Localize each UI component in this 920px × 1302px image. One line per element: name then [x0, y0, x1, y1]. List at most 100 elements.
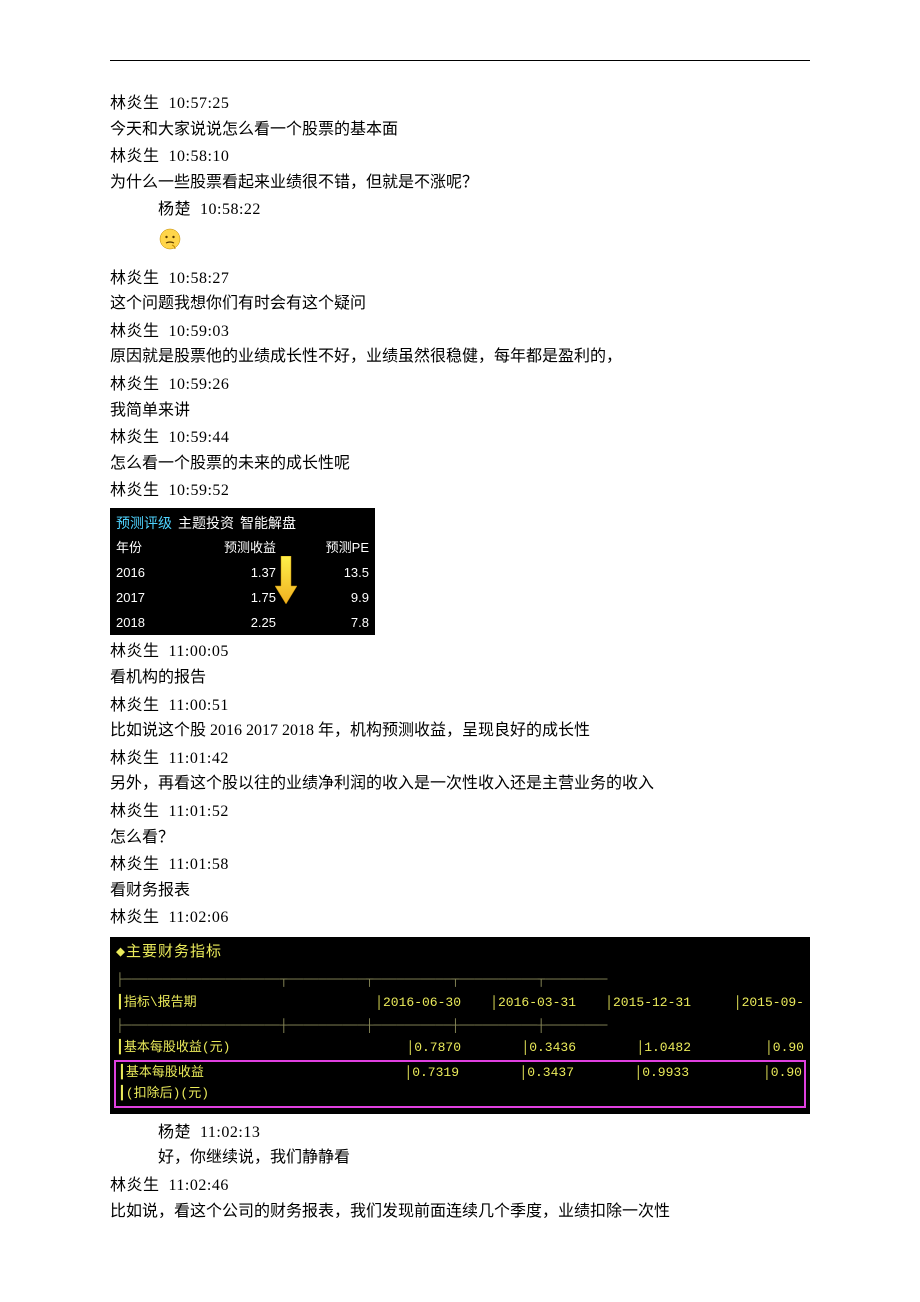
forecast-row: 20161.3713.5: [110, 561, 375, 586]
message-header: 林炎生 11:02:06: [110, 905, 810, 931]
message-time: 10:59:52: [169, 482, 230, 499]
message-text: 好，你继续说，我们静静看: [158, 1145, 810, 1171]
message-header: 林炎生 11:01:58: [110, 852, 810, 878]
message-header: 林炎生 10:58:10: [110, 144, 810, 170]
forecast-row: 20182.257.8: [110, 611, 375, 636]
message-text: 比如说这个股 2016 2017 2018 年，机构预测收益，呈现良好的成长性: [110, 718, 810, 744]
message-time: 11:02:13: [200, 1124, 260, 1141]
message-time: 11:02:46: [169, 1177, 229, 1194]
message-text: 怎么看？: [110, 825, 810, 851]
message-header: 林炎生 11:01:52: [110, 799, 810, 825]
message-header: 林炎生 10:59:44: [110, 425, 810, 451]
sender-name: 林炎生: [110, 643, 160, 660]
sender-name: 林炎生: [110, 148, 160, 165]
message-header: 杨楚 10:58:22: [158, 197, 810, 223]
message-time: 10:57:25: [169, 95, 230, 112]
message-time: 11:01:58: [169, 856, 229, 873]
horizontal-rule: [110, 60, 810, 61]
message-text: 今天和大家说说怎么看一个股票的基本面: [110, 117, 810, 143]
message-header: 林炎生 11:00:51: [110, 693, 810, 719]
cell-label: ┃基本每股收益(元): [116, 1038, 346, 1059]
chat-message: 林炎生 11:00:51比如说这个股 2016 2017 2018 年，机构预测…: [110, 693, 810, 744]
message-text: 这个问题我想你们有时会有这个疑问: [110, 291, 810, 317]
sender-name: 林炎生: [110, 697, 160, 714]
hdr-year: 年份: [116, 538, 176, 559]
chat-message: 林炎生 11:00:05看机构的报告: [110, 639, 810, 690]
tab-2[interactable]: 智能解盘: [240, 512, 296, 534]
chat-message: 杨楚 11:02:13好，你继续说，我们静静看: [110, 1120, 810, 1171]
sender-name: 杨楚: [158, 201, 191, 218]
arrow-down-icon: [275, 556, 297, 606]
financial-header: ┃指标\报告期│2016-06-30│2016-03-31│2015-12-31…: [110, 992, 810, 1015]
message-time: 10:59:03: [169, 323, 230, 340]
message-header: 林炎生 10:59:26: [110, 372, 810, 398]
chat-message: 林炎生 10:59:52 预测评级主题投资智能解盘年份预测收益预测PE20161.…: [110, 478, 810, 635]
message-time: 10:58:10: [169, 148, 230, 165]
cell-income: 1.37: [176, 563, 276, 584]
message-time: 10:58:22: [200, 201, 261, 218]
hdr-period: │2016-06-30: [346, 993, 461, 1014]
cell-value: │0.7870: [346, 1038, 461, 1059]
cell-pe: 7.8: [276, 613, 369, 634]
chat-message: 林炎生 10:59:26我简单来讲: [110, 372, 810, 423]
chat-message: 林炎生 11:02:46 比如说，看这个公司的财务报表，我们发现前面连续几个季度，…: [110, 1173, 810, 1224]
tab-0[interactable]: 预测评级: [116, 512, 172, 534]
hdr-period: │2015-09-: [691, 993, 804, 1014]
sender-name: 林炎生: [110, 750, 160, 767]
message-header: 林炎生 11:00:05: [110, 639, 810, 665]
chat-message: 林炎生 10:58:27这个问题我想你们有时会有这个疑问: [110, 266, 810, 317]
forecast-row: 20171.759.9: [110, 586, 375, 611]
sender-name: 林炎生: [110, 95, 160, 112]
cell-value: │0.7319: [344, 1063, 459, 1105]
cell-year: 2017: [116, 588, 176, 609]
message-time: 11:00:05: [169, 643, 229, 660]
financial-title: ◆主要财务指标: [110, 937, 810, 969]
hdr-income: 预测收益: [176, 538, 276, 559]
sender-name: 林炎生: [110, 376, 160, 393]
message-text: 看财务报表: [110, 878, 810, 904]
message-text: 为什么一些股票看起来业绩很不错，但就是不涨呢？: [110, 170, 810, 196]
financial-divider: ├────────────────────┼──────────┼───────…: [110, 1015, 810, 1038]
cell-year: 2016: [116, 563, 176, 584]
cell-value: │0.90: [691, 1038, 804, 1059]
financial-row-highlight: ┃基本每股收益┃(扣除后)(元)│0.7319│0.3437│0.9933│0.…: [114, 1060, 806, 1108]
message-time: 10:59:26: [169, 376, 230, 393]
cell-label: ┃基本每股收益┃(扣除后)(元): [118, 1063, 344, 1105]
sender-name: 林炎生: [110, 1177, 160, 1194]
chat-message: 林炎生 10:58:10为什么一些股票看起来业绩很不错，但就是不涨呢？: [110, 144, 810, 195]
financial-row: ┃基本每股收益(元)│0.7870│0.3436│1.0482│0.90: [110, 1037, 810, 1060]
message-header: 林炎生 10:57:25: [110, 91, 810, 117]
sender-name: 林炎生: [110, 270, 160, 287]
cell-income: 1.75: [176, 588, 276, 609]
message-header: 杨楚 11:02:13: [158, 1120, 810, 1146]
forecast-tabs: 预测评级主题投资智能解盘: [110, 508, 375, 536]
message-text: 另外，再看这个股以往的业绩净利润的收入是一次性收入还是主营业务的收入: [110, 771, 810, 797]
chat-message: 林炎生 10:59:03原因就是股票他的业绩成长性不好，业绩虽然很稳健，每年都是…: [110, 319, 810, 370]
hdr-period: │2016-03-31: [461, 993, 576, 1014]
chat-transcript: 林炎生 10:57:25今天和大家说说怎么看一个股票的基本面林炎生 10:58:…: [110, 91, 810, 1224]
sender-name: 林炎生: [110, 323, 160, 340]
message-text: 原因就是股票他的业绩成长性不好，业绩虽然很稳健，每年都是盈利的，: [110, 344, 810, 370]
cell-value: │0.9933: [574, 1063, 689, 1105]
message-header: 林炎生 10:59:52: [110, 478, 810, 504]
cell-value: │0.3437: [459, 1063, 574, 1105]
cell-income: 2.25: [176, 613, 276, 634]
message-time: 11:00:51: [169, 697, 229, 714]
chat-message: 林炎生 11:01:58看财务报表: [110, 852, 810, 903]
message-time: 11:02:06: [169, 909, 229, 926]
message-time: 10:59:44: [169, 429, 230, 446]
thinking-emoji-icon: [158, 227, 182, 251]
tab-1[interactable]: 主题投资: [178, 512, 234, 534]
message-text: 比如说，看这个公司的财务报表，我们发现前面连续几个季度，业绩扣除一次性: [110, 1199, 810, 1225]
cell-year: 2018: [116, 613, 176, 634]
sender-name: 林炎生: [110, 482, 160, 499]
message-text: 怎么看一个股票的未来的成长性呢: [110, 451, 810, 477]
hdr-period: │2015-12-31: [576, 993, 691, 1014]
forecast-table: 预测评级主题投资智能解盘年份预测收益预测PE20161.3713.520171.…: [110, 508, 375, 636]
forecast-header: 年份预测收益预测PE: [110, 536, 375, 561]
message-header: 林炎生 10:59:03: [110, 319, 810, 345]
chat-message: 林炎生 11:01:42另外，再看这个股以往的业绩净利润的收入是一次性收入还是主…: [110, 746, 810, 797]
message-text: 看机构的报告: [110, 665, 810, 691]
chat-message: 林炎生 11:01:52怎么看？: [110, 799, 810, 850]
financial-divider: ├────────────────────┬──────────┬───────…: [110, 969, 810, 992]
